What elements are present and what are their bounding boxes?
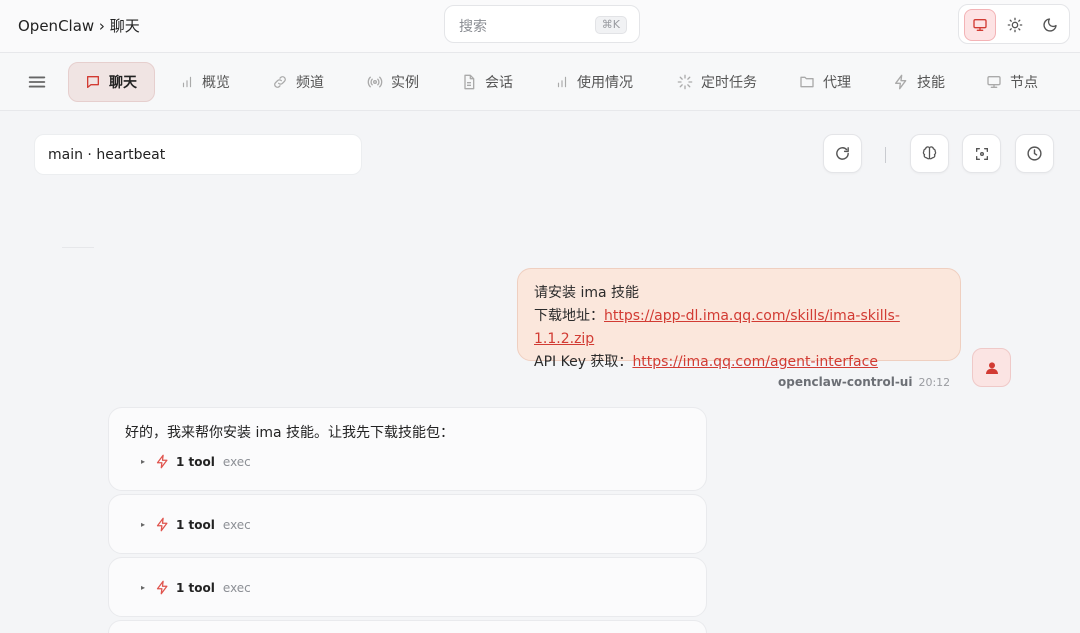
sun-icon bbox=[1007, 17, 1023, 33]
tab-label: 聊天 bbox=[109, 75, 137, 91]
search-box[interactable]: 搜索 ⌘K bbox=[444, 5, 640, 43]
tab-agents[interactable]: 代理 bbox=[783, 62, 867, 102]
tab-skills[interactable]: 技能 bbox=[877, 62, 961, 102]
bar-chart-icon bbox=[182, 76, 192, 88]
bar-chart-icon bbox=[557, 76, 567, 88]
monitor-icon bbox=[987, 76, 1001, 88]
theme-system-button[interactable] bbox=[964, 9, 996, 41]
top-bar: OpenClaw › 聊天 搜索 ⌘K bbox=[0, 0, 1080, 53]
theme-switcher bbox=[958, 4, 1070, 44]
tab-nodes[interactable]: 节点 bbox=[970, 62, 1054, 102]
lightning-icon bbox=[156, 580, 168, 595]
tool-call-summary[interactable]: ▸ 1 tool exec bbox=[141, 580, 251, 595]
hamburger-icon bbox=[28, 76, 46, 88]
lightning-icon bbox=[895, 74, 907, 90]
tool-count: 1 tool bbox=[176, 580, 215, 595]
history-button[interactable] bbox=[1015, 134, 1054, 173]
user-message-line: 请安装 ima 技能 bbox=[534, 285, 640, 301]
assistant-message-text: 好的，我来帮你安装 ima 技能。让我先下载技能包： bbox=[125, 425, 455, 441]
refresh-icon bbox=[836, 147, 849, 160]
theme-dark-button[interactable] bbox=[1034, 9, 1066, 41]
tab-sessions[interactable]: 会话 bbox=[445, 62, 529, 102]
user-message-line: API Key 获取：https://ima.qq.com/agent-inte… bbox=[534, 351, 944, 374]
tab-label: 技能 bbox=[917, 75, 945, 91]
tab-overview[interactable]: 概览 bbox=[164, 62, 246, 102]
tab-label: 定时任务 bbox=[701, 75, 757, 91]
monitor-icon bbox=[973, 18, 987, 31]
tab-label: 概览 bbox=[202, 75, 230, 91]
tab-chat[interactable]: 聊天 bbox=[68, 62, 155, 102]
tab-channels[interactable]: 频道 bbox=[256, 62, 340, 102]
tool-count: 1 tool bbox=[176, 517, 215, 532]
message-time: 20:12 bbox=[918, 376, 951, 389]
focus-icon bbox=[975, 147, 988, 160]
tool-count: 1 tool bbox=[176, 454, 215, 469]
loader-icon bbox=[677, 74, 693, 90]
tool-call-summary[interactable]: ▸ 1 tool exec bbox=[141, 454, 251, 469]
clock-icon bbox=[1027, 146, 1042, 161]
theme-light-button[interactable] bbox=[999, 9, 1031, 41]
tool-name: exec bbox=[222, 580, 251, 595]
tab-cron[interactable]: 定时任务 bbox=[661, 62, 773, 102]
sender-name: openclaw-control-ui bbox=[778, 375, 913, 389]
expand-caret-icon[interactable]: ▸ bbox=[141, 520, 145, 529]
breadcrumb[interactable]: OpenClaw › 聊天 bbox=[18, 15, 140, 36]
tab-label: 会话 bbox=[485, 75, 513, 91]
moon-icon bbox=[1043, 18, 1057, 32]
refresh-button[interactable] bbox=[823, 134, 862, 173]
user-icon bbox=[985, 361, 998, 374]
tab-label: 使用情况 bbox=[577, 75, 633, 91]
tool-name: exec bbox=[222, 517, 251, 532]
assistant-message-card-partial bbox=[108, 620, 707, 633]
lightning-icon bbox=[156, 454, 168, 469]
brain-icon bbox=[922, 146, 937, 160]
download-label: 下载地址： bbox=[534, 308, 604, 324]
expand-caret-icon[interactable]: ▸ bbox=[141, 583, 145, 592]
api-key-label: API Key 获取： bbox=[534, 354, 633, 370]
assistant-message-card: 好的，我来帮你安装 ima 技能。让我先下载技能包： ▸ 1 tool exec bbox=[108, 407, 707, 491]
message-meta: openclaw-control-ui 20:12 bbox=[778, 375, 950, 389]
user-message-bubble: 请安装 ima 技能 下载地址：https://app-dl.ima.qq.co… bbox=[517, 268, 961, 370]
link-icon bbox=[274, 76, 286, 88]
menu-toggle[interactable] bbox=[26, 71, 48, 93]
tab-instances[interactable]: 实例 bbox=[351, 62, 435, 102]
assistant-message-card: ▸ 1 tool exec bbox=[108, 494, 707, 554]
user-avatar bbox=[972, 348, 1011, 387]
session-select[interactable]: main · heartbeat bbox=[34, 134, 362, 175]
search-placeholder: 搜索 bbox=[459, 19, 487, 35]
search-shortcut: ⌘K bbox=[594, 16, 627, 34]
tab-label: 实例 bbox=[391, 75, 419, 91]
chat-icon bbox=[87, 76, 99, 88]
main-nav: 聊天 概览 频道 实例 会话 使用情况 定时任务 代理 技能 节点 bbox=[0, 53, 1080, 111]
tool-name: exec bbox=[222, 454, 251, 469]
thinking-toggle-button[interactable] bbox=[910, 134, 949, 173]
focus-mode-button[interactable] bbox=[962, 134, 1001, 173]
tab-label: 节点 bbox=[1010, 75, 1038, 91]
radio-icon bbox=[367, 76, 383, 88]
folder-icon bbox=[800, 76, 814, 88]
tab-label: 代理 bbox=[823, 75, 851, 91]
document-icon bbox=[464, 74, 475, 90]
tab-usage[interactable]: 使用情况 bbox=[539, 62, 649, 102]
tool-call-summary[interactable]: ▸ 1 tool exec bbox=[141, 517, 251, 532]
tab-label: 频道 bbox=[296, 75, 324, 91]
user-message-line: 下载地址：https://app-dl.ima.qq.com/skills/im… bbox=[534, 305, 944, 351]
separator bbox=[62, 247, 94, 248]
lightning-icon bbox=[156, 517, 168, 532]
toolbar-divider bbox=[885, 147, 886, 163]
assistant-message-card: ▸ 1 tool exec bbox=[108, 557, 707, 617]
api-key-link[interactable]: https://ima.qq.com/agent-interface bbox=[632, 354, 878, 370]
expand-caret-icon[interactable]: ▸ bbox=[141, 457, 145, 466]
